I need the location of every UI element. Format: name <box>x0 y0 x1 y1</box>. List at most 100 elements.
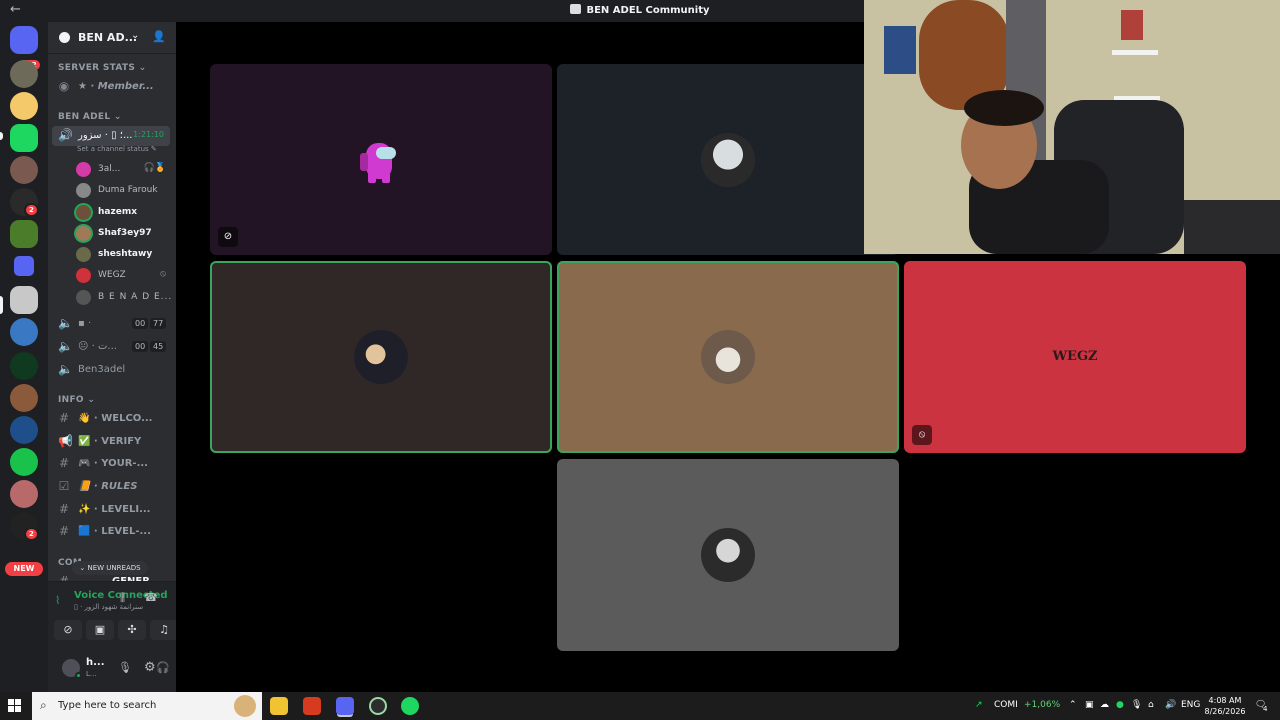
input-language[interactable]: ENG <box>1181 700 1200 710</box>
category-server-stats[interactable]: SERVER STATS ⌄ <box>58 63 146 73</box>
participant-tile-2[interactable] <box>557 64 899 255</box>
search-icon: ⌕ <box>40 698 47 712</box>
windows-start-icon[interactable] <box>8 699 22 713</box>
voice-user[interactable]: 3al... 🎧🏅 <box>76 160 170 179</box>
network-icon[interactable]: ⌂ <box>1148 700 1154 710</box>
user-panel: h... L... 🎙 🎧 <box>48 645 176 692</box>
activities-button[interactable]: ✣ <box>118 620 146 640</box>
volume-icon[interactable]: 🔊 <box>1165 700 1176 710</box>
brave-browser-icon[interactable] <box>303 697 321 715</box>
channel-rules[interactable]: ☑ 📙 · RULES <box>52 477 170 497</box>
channel-your[interactable]: # 🎮 · YOUR-... <box>52 454 170 474</box>
participant-tile-shaf3ey97[interactable] <box>557 261 899 453</box>
taskbar-search[interactable]: ⌕ Type here to search <box>32 692 262 720</box>
server-w-icon[interactable] <box>10 220 38 248</box>
new-pill[interactable]: NEW <box>5 562 43 576</box>
tray-app-icon[interactable]: ▣ <box>1085 700 1094 710</box>
new-unreads-pill[interactable]: ⌄ NEW UNREADS <box>72 561 148 575</box>
gear-icon[interactable]: ⚙ <box>144 660 156 675</box>
soundboard-button[interactable]: ♫ <box>150 620 178 640</box>
channel-ben3adel[interactable]: 🔈 Ben3adel <box>52 360 170 380</box>
participant-tile-wegz[interactable]: WEGZ ⦸ <box>904 261 1246 453</box>
voice-user[interactable]: Duma Farouk <box>76 181 170 200</box>
voice-connected-panel: ⌇ Voice Connected ▯ · سنرانمة شهود الزور… <box>48 581 178 645</box>
headphones-icon[interactable]: 🎧 <box>156 661 170 674</box>
channel-label: 😐 · ت... <box>78 341 117 352</box>
tray-cloud-icon[interactable]: ☁ <box>1100 700 1109 710</box>
tray-chevron-up-icon[interactable]: ⌃ <box>1069 700 1077 710</box>
selected-pill <box>0 296 3 314</box>
voice-user[interactable]: sheshtawy <box>76 245 170 264</box>
tray-mic-icon[interactable]: 🎙 <box>1131 700 1142 710</box>
category-info[interactable]: INFO ⌄ <box>58 395 95 405</box>
channel-leveling[interactable]: # ✨ · LEVELI... <box>52 500 170 520</box>
voice-user-name: sheshtawy <box>98 249 153 259</box>
avatar <box>354 330 408 384</box>
set-channel-status[interactable]: Set a channel status ✎ <box>77 145 157 153</box>
stock-name[interactable]: COMI <box>994 700 1018 710</box>
server-avatar-1[interactable] <box>10 60 38 88</box>
voice-channel-name[interactable]: ▯ · سنرانمة شهود الزور <box>74 603 143 611</box>
participant-tile-among-us[interactable]: ⊘ <box>210 64 552 255</box>
channel-voice-2[interactable]: 🔈 ▪ · 00 77 <box>52 314 170 334</box>
among-us-icon <box>354 132 408 187</box>
server-kick-icon[interactable] <box>10 124 38 152</box>
server-avatar-3[interactable] <box>10 156 38 184</box>
tray-spotify-icon[interactable]: ● <box>1116 700 1124 710</box>
channel-members[interactable]: ◉ ★ · Member... <box>52 77 170 97</box>
category-label: INFO <box>58 395 84 405</box>
server-avatar-4[interactable] <box>10 318 38 346</box>
voice-user[interactable]: Shaf3ey97 <box>76 224 170 243</box>
server-avatar-5[interactable] <box>10 352 38 380</box>
wegz-logo: WEGZ <box>1052 349 1098 364</box>
server-ben-adel-icon[interactable] <box>10 286 38 314</box>
avatar <box>701 528 755 582</box>
mic-muted-icon: ⦸ <box>160 269 166 279</box>
server-folder-icon[interactable] <box>14 256 34 276</box>
noise-suppression-icon[interactable]: ⫼ <box>120 591 125 605</box>
microphone-icon[interactable]: 🎙 <box>118 661 132 674</box>
signal-icon[interactable]: ⌇ <box>55 594 60 607</box>
channel-level2[interactable]: # 🟦 · LEVEL-... <box>52 522 170 542</box>
camera-off-button[interactable]: ⊘ <box>54 620 82 640</box>
disconnect-icon[interactable]: ☎ <box>144 591 158 604</box>
obs-icon[interactable] <box>369 697 387 715</box>
avatar <box>76 226 91 241</box>
stock-trend-icon: ↗ <box>975 700 983 710</box>
file-explorer-icon[interactable] <box>270 697 288 715</box>
webcam-feed-image <box>864 0 1280 254</box>
voice-user[interactable]: WEGZ ⦸ <box>76 266 170 285</box>
avatar <box>76 183 91 198</box>
user-status: L... <box>86 670 97 678</box>
channel-voice-3[interactable]: 🔈 😐 · ت... 00 45 <box>52 337 170 357</box>
channel-verify[interactable]: 📢 ✅ · VERIFY <box>52 432 170 452</box>
server-avatar-7[interactable] <box>10 416 38 444</box>
category-ben-adel[interactable]: BEN ADEL ⌄ <box>58 112 122 122</box>
guild-name: BEN AD... <box>78 31 138 44</box>
guild-header[interactable]: BEN AD... ⌄ 👤 <box>48 22 176 54</box>
channel-label: ▪ · <box>78 318 92 329</box>
invite-icon[interactable]: 👤 <box>152 30 166 43</box>
channel-welcome[interactable]: # 👋 · WELCO... <box>52 409 170 429</box>
server-avatar-2[interactable] <box>10 92 38 120</box>
home-discord-icon[interactable] <box>10 26 38 54</box>
server-robot-icon[interactable] <box>10 448 38 476</box>
avatar[interactable] <box>62 659 82 679</box>
participant-tile-ben-adel[interactable] <box>557 459 899 651</box>
taskbar-clock[interactable]: 4:08 AM 8/26/2026 <box>1200 695 1250 717</box>
voice-user[interactable]: hazemx <box>76 203 170 222</box>
participant-tile-hazemx[interactable] <box>210 261 552 453</box>
channel-active-voice[interactable]: 🔊 ؛ ▯ · سزور... 1:21:10 <box>52 126 170 146</box>
channel-label: ؛ ▯ · سزور... <box>78 130 133 141</box>
discord-taskbar-icon[interactable] <box>336 697 354 715</box>
hash-icon: # <box>58 502 70 516</box>
hash-icon: # <box>58 411 70 425</box>
server-avatar-8[interactable] <box>10 480 38 508</box>
avatar <box>76 268 91 283</box>
announcement-icon: 📢 <box>58 434 73 448</box>
voice-user[interactable]: B E N A D E... <box>76 288 171 307</box>
server-avatar-6[interactable] <box>10 384 38 412</box>
spotify-icon[interactable] <box>401 697 419 715</box>
screen-share-button[interactable]: ▣ <box>86 620 114 640</box>
avatar <box>76 290 91 305</box>
